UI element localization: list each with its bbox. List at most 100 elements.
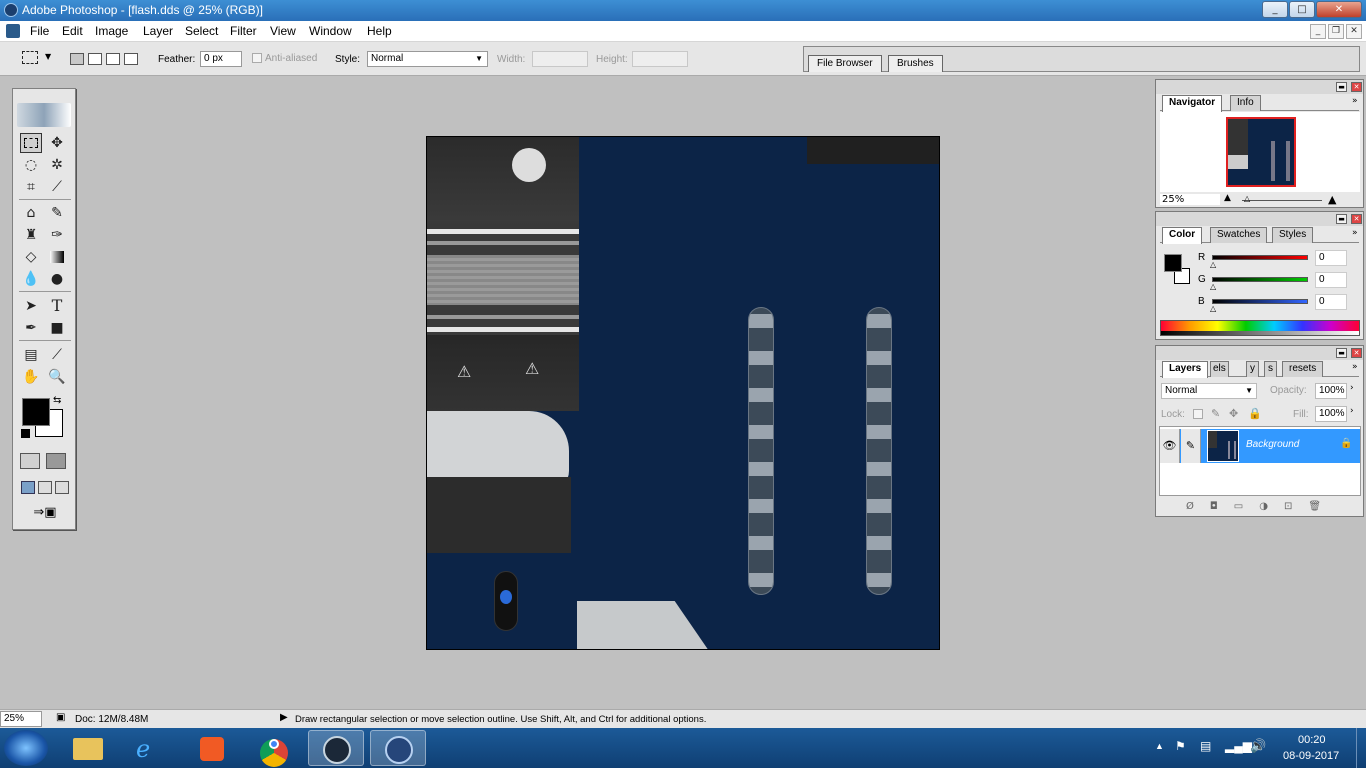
blue-value-input[interactable]: 0 (1315, 294, 1347, 310)
menu-image[interactable]: Image (95, 24, 128, 38)
menu-layer[interactable]: Layer (143, 24, 173, 38)
brush-tool-icon[interactable]: ✎ (46, 203, 68, 223)
clone-stamp-tool-icon[interactable]: ♜ (20, 225, 42, 245)
tab-paths[interactable]: y (1246, 361, 1259, 377)
steam-icon[interactable] (308, 730, 364, 766)
default-colors-icon[interactable] (21, 429, 30, 438)
doc-restore-button[interactable]: ❐ (1328, 24, 1344, 39)
subtract-selection-icon[interactable] (106, 53, 120, 65)
panel-minimize-button[interactable]: ▬ (1336, 214, 1347, 224)
lock-transparency-icon[interactable] (1193, 409, 1203, 419)
panel-menu-icon[interactable]: » (1352, 96, 1358, 106)
menu-edit[interactable]: Edit (62, 24, 83, 38)
adjustment-layer-icon[interactable]: ◑ (1259, 501, 1284, 512)
tab-color[interactable]: Color (1162, 227, 1203, 244)
tab-styles[interactable]: Styles (1272, 227, 1314, 243)
blend-mode-select[interactable]: Normal ▼ (1161, 383, 1257, 399)
full-screen-menu-mode-icon[interactable] (38, 481, 52, 494)
tab-brushes[interactable]: Brushes (888, 55, 943, 72)
document-icon[interactable] (6, 24, 20, 38)
tab-file-browser[interactable]: File Browser (808, 55, 882, 72)
zoom-slider-handle[interactable]: △ (1244, 194, 1250, 203)
feather-input[interactable]: 0 px (200, 51, 242, 67)
standard-mode-icon[interactable] (20, 453, 40, 469)
navigator-zoom-input[interactable]: 25% (1160, 194, 1220, 205)
new-group-icon[interactable]: ▭ (1234, 501, 1259, 512)
chrome-icon[interactable] (246, 730, 302, 767)
document-canvas[interactable]: ⚠ ⚠ (426, 136, 940, 650)
shape-tool-icon[interactable]: ■ (46, 318, 68, 338)
tab-layers[interactable]: Layers (1162, 361, 1209, 378)
internet-explorer-icon[interactable]: e (122, 730, 178, 766)
photoshop-taskbar-icon[interactable] (370, 730, 426, 766)
status-arrow-icon[interactable]: ▶ (280, 712, 288, 723)
magic-wand-tool-icon[interactable]: ✲ (46, 155, 68, 175)
device-icon[interactable]: ▤ (1200, 739, 1211, 753)
show-hidden-icons[interactable]: ▲ (1155, 741, 1164, 751)
add-mask-icon[interactable]: ◘ (1210, 501, 1234, 512)
foreground-color-swatch[interactable] (1164, 254, 1182, 272)
notes-tool-icon[interactable]: ▤ (20, 345, 42, 365)
lock-pixels-icon[interactable]: ✎ (1211, 407, 1220, 420)
crop-tool-icon[interactable]: ⌗ (20, 177, 42, 197)
jump-to-imageready-icon[interactable]: ⇒▣ (22, 505, 68, 523)
maximize-button[interactable]: □ (1289, 1, 1315, 18)
zoom-in-icon[interactable]: ▲ (1328, 193, 1336, 206)
slice-tool-icon[interactable]: ⟋ (46, 177, 68, 197)
slider-handle[interactable]: △ (1210, 260, 1216, 269)
lock-all-icon[interactable]: 🔒 (1248, 407, 1262, 420)
clock-time[interactable]: 00:20 (1298, 734, 1326, 746)
tab-navigator[interactable]: Navigator (1162, 95, 1223, 112)
layer-name[interactable]: Background (1246, 439, 1299, 450)
new-selection-icon[interactable] (70, 53, 84, 65)
panel-close-button[interactable]: ✕ (1351, 348, 1362, 358)
history-brush-tool-icon[interactable]: ✑ (46, 225, 68, 245)
quick-mask-mode-icon[interactable] (46, 453, 66, 469)
opacity-input[interactable]: 100% (1315, 383, 1347, 399)
show-desktop-button[interactable] (1356, 728, 1366, 768)
zoom-level-input[interactable]: 25% (0, 711, 42, 727)
menu-file[interactable]: File (30, 24, 49, 38)
gradient-tool-icon[interactable] (46, 247, 68, 267)
tab-info[interactable]: Info (1230, 95, 1261, 111)
path-selection-tool-icon[interactable]: ➤ (20, 296, 42, 316)
blue-slider[interactable] (1212, 299, 1308, 304)
chevron-down-icon[interactable]: ▼ (45, 52, 51, 61)
type-tool-icon[interactable]: T (46, 296, 68, 316)
tab-history[interactable]: s (1264, 361, 1277, 377)
menu-window[interactable]: Window (309, 24, 352, 38)
eyedropper-tool-icon[interactable]: ⟋ (46, 345, 68, 365)
minimize-button[interactable]: _ (1262, 1, 1288, 18)
chevron-right-icon[interactable]: › (1350, 383, 1354, 393)
navigator-view-box[interactable] (1226, 117, 1296, 187)
panel-menu-icon[interactable]: » (1352, 228, 1358, 238)
layer-row-background[interactable]: 👁 ✎ Background 🔒 (1160, 429, 1360, 463)
media-player-icon[interactable] (184, 730, 240, 766)
green-slider[interactable] (1212, 277, 1308, 282)
clock-date[interactable]: 08-09-2017 (1283, 750, 1339, 762)
foreground-color-swatch[interactable] (22, 398, 50, 426)
pen-tool-icon[interactable]: ✒ (20, 318, 42, 338)
style-select[interactable]: Normal ▼ (367, 51, 488, 67)
red-slider[interactable] (1212, 255, 1308, 260)
eye-icon[interactable]: 👁 (1160, 429, 1180, 463)
tab-channels[interactable]: els (1210, 361, 1229, 377)
doc-minimize-button[interactable]: _ (1310, 24, 1326, 39)
blur-tool-icon[interactable]: 💧 (20, 269, 42, 289)
height-input[interactable] (632, 51, 688, 67)
chevron-right-icon[interactable]: › (1350, 406, 1354, 416)
full-screen-mode-icon[interactable] (55, 481, 69, 494)
panel-menu-icon[interactable]: » (1352, 362, 1358, 372)
volume-icon[interactable]: 🔊 (1250, 738, 1266, 754)
healing-brush-tool-icon[interactable]: ⌂ (20, 203, 42, 223)
menu-select[interactable]: Select (185, 24, 218, 38)
hand-tool-icon[interactable]: ✋ (20, 367, 42, 387)
tab-swatches[interactable]: Swatches (1210, 227, 1268, 243)
move-tool-icon[interactable]: ✥ (46, 133, 68, 153)
flag-icon[interactable]: ⚑ (1175, 739, 1186, 753)
doc-close-button[interactable]: ✕ (1346, 24, 1362, 39)
panel-close-button[interactable]: ✕ (1351, 82, 1362, 92)
marquee-preset-icon[interactable] (22, 51, 38, 64)
add-selection-icon[interactable] (88, 53, 102, 65)
layer-style-icon[interactable]: Ø (1186, 501, 1210, 512)
